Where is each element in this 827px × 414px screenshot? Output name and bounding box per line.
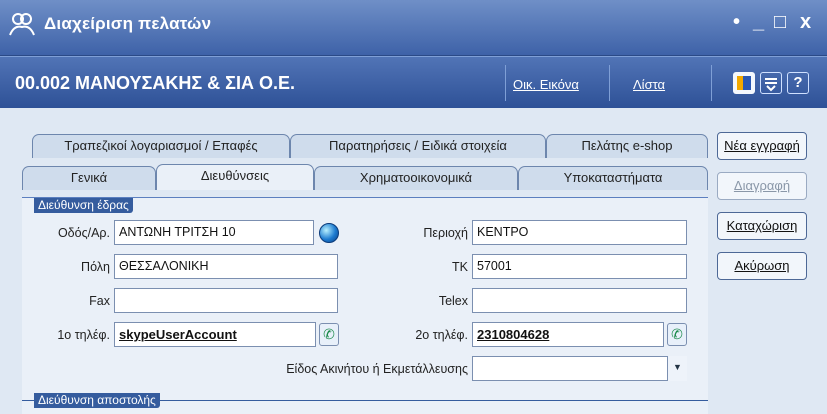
seat-address-label: Διεύθυνση έδρας: [34, 198, 133, 213]
window-title: Διαχείριση πελατών: [44, 14, 212, 33]
customers-icon: [9, 13, 35, 36]
street-label: Οδός/Αρ.: [57, 226, 110, 240]
help-button[interactable]: ?: [787, 72, 809, 94]
globe-icon[interactable]: [319, 223, 339, 243]
record-header: 00.002 ΜΑΝΟΥΣΑΚΗΣ & ΣΙΑ Ο.Ε. Οικ. Εικόνα…: [0, 56, 827, 108]
area-field[interactable]: ΚΕΝΤΡΟ: [472, 220, 687, 245]
phone1-field[interactable]: skypeUserAccount: [114, 322, 316, 347]
main-panel: Τραπεζικοί λογαριασμοί / Επαφές Παρατηρή…: [0, 108, 827, 414]
street-field[interactable]: ΑΝΤΩΝΗ ΤΡΙΤΣΗ 10: [114, 220, 314, 245]
shipping-address-label: Διεύθυνση αποστολής: [34, 393, 160, 408]
fax-label: Fax: [89, 294, 110, 308]
divider: [609, 65, 610, 101]
book-icon[interactable]: [733, 72, 755, 94]
overview-link[interactable]: Οικ. Εικόνα: [513, 77, 579, 92]
city-field[interactable]: ΘΕΣΣΑΛΟΝΙΚΗ: [114, 254, 338, 279]
pin-icon[interactable]: •: [733, 11, 740, 34]
phone2-label: 2ο τηλέφ.: [415, 328, 468, 342]
telex-field[interactable]: [472, 288, 687, 313]
minimize-button[interactable]: _: [753, 11, 764, 34]
city-label: Πόλη: [81, 260, 110, 274]
phone-call-icon[interactable]: ✆: [667, 323, 687, 346]
property-type-label: Είδος Ακινήτου ή Εκμετάλλευσης: [286, 362, 468, 376]
cancel-button[interactable]: Ακύρωση: [717, 252, 807, 280]
telex-label: Telex: [438, 294, 468, 308]
menu-icon[interactable]: [760, 72, 782, 94]
tab-bank-accounts[interactable]: Τραπεζικοί λογαριασμοί / Επαφές: [32, 134, 290, 158]
tab-addresses[interactable]: Διευθύνσεις: [156, 164, 314, 190]
chevron-down-icon[interactable]: ▼: [667, 356, 687, 381]
close-button[interactable]: x: [800, 11, 811, 34]
divider: [711, 65, 712, 101]
area-label: Περιοχή: [423, 226, 468, 240]
delete-button[interactable]: Διαγραφή: [717, 172, 807, 200]
tab-general[interactable]: Γενικά: [22, 166, 156, 190]
save-button[interactable]: Καταχώριση: [717, 212, 807, 240]
record-title: 00.002 ΜΑΝΟΥΣΑΚΗΣ & ΣΙΑ Ο.Ε.: [15, 73, 295, 93]
fax-field[interactable]: [114, 288, 338, 313]
addresses-content: Διεύθυνση έδρας Οδός/Αρ. ΑΝΤΩΝΗ ΤΡΙΤΣΗ 1…: [22, 198, 708, 414]
phone2-field[interactable]: 2310804628: [472, 322, 664, 347]
zip-label: ΤΚ: [452, 260, 468, 274]
list-link[interactable]: Λίστα: [633, 77, 665, 92]
maximize-button[interactable]: □: [774, 11, 786, 34]
title-bar: Διαχείριση πελατών • _ □ x: [0, 0, 827, 56]
phone-call-icon[interactable]: ✆: [319, 323, 339, 346]
new-record-button[interactable]: Νέα εγγραφή: [717, 132, 807, 160]
tab-financial[interactable]: Χρηματοοικονομικά: [314, 166, 518, 190]
phone1-label: 1ο τηλέφ.: [57, 328, 110, 342]
tab-eshop[interactable]: Πελάτης e-shop: [546, 134, 708, 158]
property-type-select[interactable]: [472, 356, 687, 381]
tab-branches[interactable]: Υποκαταστήματα: [518, 166, 708, 190]
divider: [505, 65, 506, 101]
tab-notes[interactable]: Παρατηρήσεις / Ειδικά στοιχεία: [290, 134, 546, 158]
zip-field[interactable]: 57001: [472, 254, 687, 279]
